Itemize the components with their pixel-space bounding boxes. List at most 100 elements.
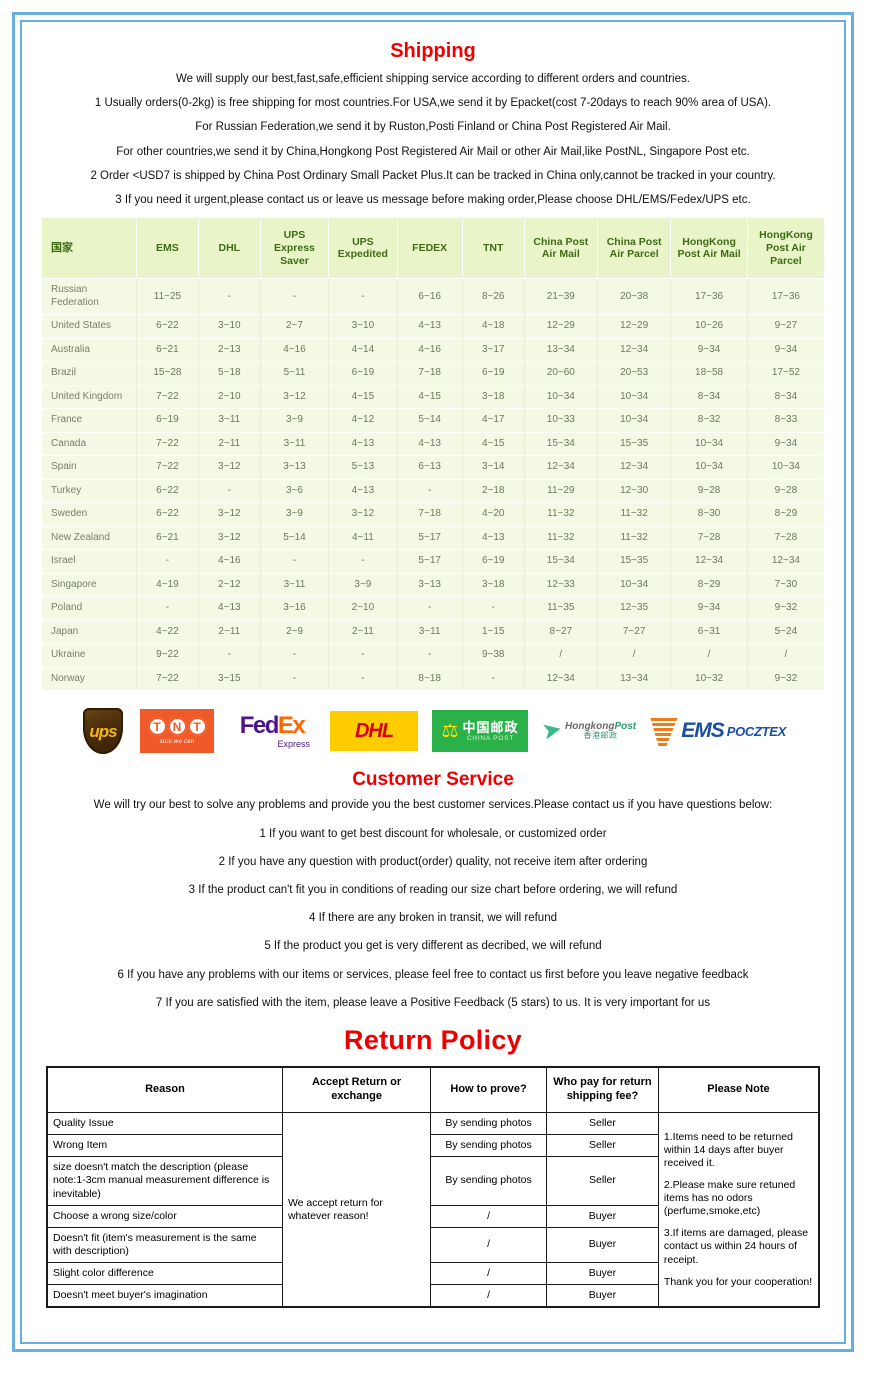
shipping-time-cell: 3~13 xyxy=(260,455,330,480)
shipping-time-cell: 9~34 xyxy=(670,337,748,362)
shipping-time-cell: 4~13 xyxy=(462,525,525,550)
return-reason-cell: size doesn't match the description (plea… xyxy=(46,1156,283,1206)
shipping-time-cell: 9~22 xyxy=(136,643,199,668)
ups-logo: ups xyxy=(80,707,126,755)
customer-service-line: 3 If the product can't fit you in condit… xyxy=(188,883,678,896)
shipping-time-cell: 15~35 xyxy=(597,549,672,574)
shipping-time-cell: 7~30 xyxy=(747,572,824,597)
shipping-time-cell: 12~34 xyxy=(524,666,598,691)
shipping-time-cell: 6~19 xyxy=(136,408,199,433)
shipping-time-cell: 10~34 xyxy=(597,572,672,597)
shipping-col-header: TNT xyxy=(462,218,525,279)
shipping-time-cell: 15~35 xyxy=(597,431,672,456)
shipping-time-cell: - xyxy=(397,643,463,668)
return-policy-table-wrapper: Reason Accept Return or exchange How to … xyxy=(36,1066,830,1309)
shipping-time-cell: 8~18 xyxy=(397,666,463,691)
shipping-time-cell: 18~58 xyxy=(670,361,748,386)
return-note-paragraph: 2.Please make sure retuned items has no … xyxy=(663,1178,796,1218)
shipping-intro-line: For Russian Federation,we send it by Rus… xyxy=(195,121,671,134)
shipping-time-cell: - xyxy=(198,643,261,668)
shipping-time-cell: 4~12 xyxy=(328,408,398,433)
shipping-time-cell: 7~22 xyxy=(136,666,199,691)
shipping-time-cell: 2~11 xyxy=(198,431,261,456)
shipping-intro-line: For other countries,we send it by China,… xyxy=(116,145,750,158)
return-prove-cell: / xyxy=(430,1204,547,1228)
shipping-time-cell: 7~28 xyxy=(670,525,748,550)
shipping-time-cell: 6~21 xyxy=(136,525,199,550)
page-inner-border: Shipping We will supply our best,fast,sa… xyxy=(20,20,846,1344)
table-row: Poland -4~13 3~16 2~10- -11~35 12~35 9~34 9~32 xyxy=(42,596,824,621)
shipping-time-cell: 3~10 xyxy=(198,314,261,339)
hongkong-post-bird-icon: ➤ xyxy=(539,715,565,747)
shipping-time-cell: 2~13 xyxy=(198,337,261,362)
hongkong-post-logo: ➤ HongkongPost 香港邮政 xyxy=(539,709,636,754)
shipping-country-cell: France xyxy=(42,408,137,433)
shipping-time-cell: 7~18 xyxy=(397,502,463,527)
table-row: United States 6~22 3~10 2~7 3~10 4~13 4~18 12~2… xyxy=(42,314,824,339)
return-col-header-accept: Accept Return or exchange xyxy=(281,1066,432,1114)
shipping-time-cell: 6~31 xyxy=(670,619,748,644)
shipping-time-cell: 9~32 xyxy=(747,666,824,691)
shipping-time-cell: 3~13 xyxy=(397,572,463,597)
return-prove-cell: By sending photos xyxy=(430,1134,547,1158)
shipping-col-header: HongKong Post Air Mail xyxy=(670,218,748,279)
shipping-time-cell: - xyxy=(462,596,525,621)
table-row: Norway 7~22 3~15- -8~18-12~34 13~34 10~32 9~32 xyxy=(42,666,824,691)
shipping-time-cell: 8~26 xyxy=(462,278,525,315)
return-prove-cell: / xyxy=(430,1226,547,1264)
return-payer-cell: Buyer xyxy=(545,1284,659,1308)
shipping-time-cell: 9~34 xyxy=(747,431,824,456)
return-policy-table-body: Quality Issue We accept return for whatev… xyxy=(46,1112,820,1308)
shipping-country-cell: United States xyxy=(42,314,137,339)
shipping-time-cell: 6~22 xyxy=(136,478,199,503)
table-row: Japan 4~22 2~11 2~9 2~11 3~11 1~15 8~27 7~27 6~31… xyxy=(42,619,824,644)
shipping-time-cell: - xyxy=(328,666,398,691)
table-row: New Zealand 6~21 3~12 5~14 4~11 5~17 4~13 11~32… xyxy=(42,525,824,550)
customer-service-line: 6 If you have any problems with our item… xyxy=(117,968,749,981)
shipping-time-cell: 10~34 xyxy=(597,384,672,409)
shipping-time-cell: 10~34 xyxy=(747,455,824,480)
table-row: Quality Issue We accept return for whatev… xyxy=(46,1112,820,1308)
return-payer-cell: Buyer xyxy=(545,1262,659,1286)
table-row: Russian Federation 11~25- - -6~16 8~26 21~39 2… xyxy=(42,278,824,315)
shipping-time-cell: 17~36 xyxy=(670,278,748,315)
shipping-time-cell: 6~19 xyxy=(462,549,525,574)
shipping-country-cell: United Kingdom xyxy=(42,384,137,409)
shipping-time-cell: 2~11 xyxy=(328,619,398,644)
shipping-country-cell: Poland xyxy=(42,596,137,621)
shipping-time-cell: 8~29 xyxy=(670,572,748,597)
return-reason-cell: Quality Issue xyxy=(46,1112,283,1136)
china-post-logo-en: CHINA POST xyxy=(466,734,515,742)
shipping-country-cell: Canada xyxy=(42,431,137,456)
shipping-time-cell: 20~38 xyxy=(597,278,672,315)
shipping-time-cell: - xyxy=(136,549,199,574)
shipping-time-cell: 12~30 xyxy=(597,478,672,503)
table-row: Turkey 6~22-3~6 4~13-2~18 11~29 12~30 9~28 9~2… xyxy=(42,478,824,503)
return-policy-table-head: Reason Accept Return or exchange How to … xyxy=(46,1066,820,1114)
shipping-time-cell: 8~34 xyxy=(670,384,748,409)
return-payer-cell: Buyer xyxy=(545,1226,659,1264)
shipping-time-cell: 4~17 xyxy=(462,408,525,433)
shipping-time-cell: 5~11 xyxy=(260,361,330,386)
shipping-time-cell: 11~25 xyxy=(136,278,199,315)
return-prove-cell: / xyxy=(430,1262,547,1286)
shipping-time-cell: 7~22 xyxy=(136,431,199,456)
return-payer-cell: Seller xyxy=(545,1156,659,1206)
return-payer-cell: Seller xyxy=(545,1112,659,1136)
shipping-time-cell: 3~12 xyxy=(198,455,261,480)
shipping-time-cell: 4~15 xyxy=(397,384,463,409)
shipping-time-cell: 9~34 xyxy=(670,596,748,621)
shipping-time-cell: 11~32 xyxy=(524,502,598,527)
shipping-time-cell: 4~15 xyxy=(328,384,398,409)
shipping-time-cell: 12~35 xyxy=(597,596,672,621)
table-row: Ukraine 9~22- - - -9~38// / / xyxy=(42,643,824,668)
shipping-intro-line: 2 Order <USD7 is shipped by China Post O… xyxy=(90,169,776,182)
customer-service-line: 2 If you have any question with product(… xyxy=(218,855,648,868)
shipping-time-cell: 5~24 xyxy=(747,619,824,644)
customer-service-line: We will try our best to solve any proble… xyxy=(93,799,773,812)
shipping-time-cell: 5~18 xyxy=(198,361,261,386)
shipping-time-cell: 4~11 xyxy=(328,525,398,550)
shipping-time-cell: 17~52 xyxy=(747,361,824,386)
shipping-time-cell: 4~16 xyxy=(198,549,261,574)
shipping-time-cell: / xyxy=(670,643,748,668)
